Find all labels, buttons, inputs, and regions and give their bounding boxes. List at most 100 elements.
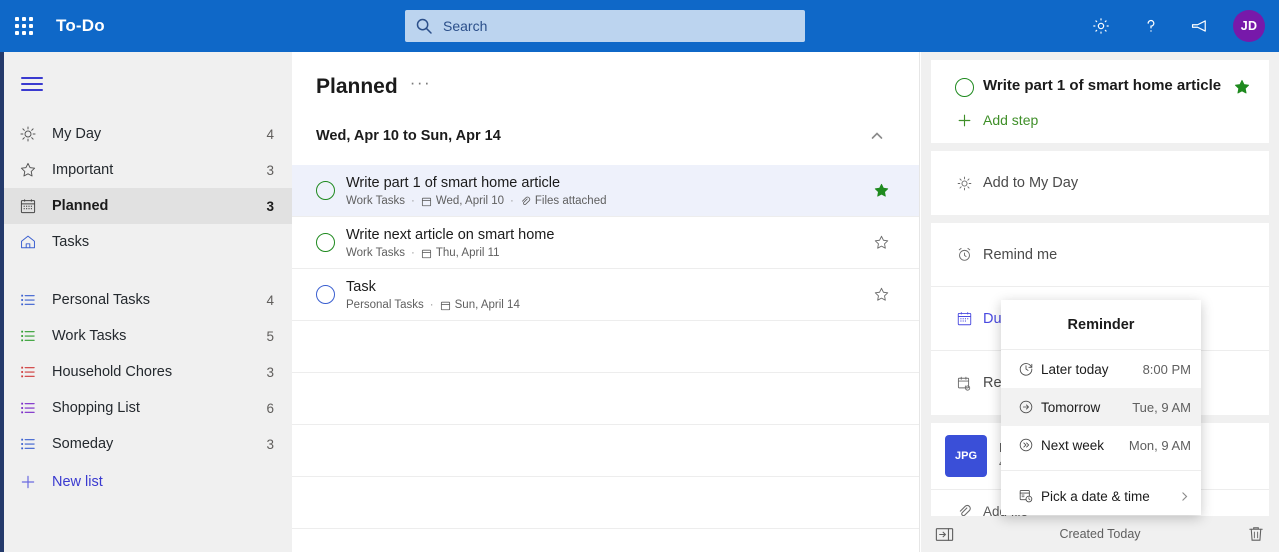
detail-task-title[interactable]: Write part 1 of smart home article [983,76,1229,96]
chevron-up-icon[interactable] [869,128,885,144]
chevron-right-icon [1178,490,1191,503]
repeat-icon [945,375,983,392]
list-options-button[interactable]: ··· [410,74,431,99]
task-star-button[interactable] [867,234,895,251]
remind-me-label: Remind me [983,246,1058,263]
alarm-clock-icon [945,246,983,263]
calendar-clock-icon [1011,488,1041,504]
sidebar-item-work-tasks[interactable]: Work Tasks 5 [4,318,292,354]
new-list-button[interactable]: New list [4,462,292,502]
detail-title-row: Write part 1 of smart home article [931,60,1269,97]
task-title: Write part 1 of smart home article [346,175,561,191]
sidebar-item-my-day[interactable]: My Day 4 [4,116,292,152]
star-icon [4,161,52,179]
sidebar-item-label: Household Chores [52,364,173,380]
task-due: Wed, April 10 [421,195,504,207]
list-icon [4,291,52,309]
add-to-my-day-card: Add to My Day [931,151,1269,215]
question-mark-icon[interactable] [1127,2,1175,50]
calendar-icon [4,197,52,215]
megaphone-icon[interactable] [1177,2,1225,50]
task-complete-checkbox[interactable] [304,285,346,304]
gear-icon[interactable] [1077,2,1125,50]
task-title: Task [346,279,376,295]
trash-icon[interactable] [1225,525,1265,543]
search-box[interactable] [405,10,805,42]
sidebar-item-count: 3 [266,364,274,380]
task-row[interactable]: Task Personal Tasks · Sun, April 14 [292,269,919,321]
new-list-label: New list [52,474,103,490]
reminder-option-later-today[interactable]: Later today 8:00 PM [1001,350,1201,388]
add-to-my-day-button[interactable]: Add to My Day [931,151,1269,215]
hamburger-icon[interactable] [4,62,60,106]
sidebar-item-personal-tasks[interactable]: Personal Tasks 4 [4,282,292,318]
empty-list-row [292,321,919,373]
task-complete-checkbox[interactable] [304,233,346,252]
task-rows: Write part 1 of smart home article Work … [292,165,919,529]
add-step-button[interactable]: Add step [931,97,1269,143]
created-label: Created Today [1059,527,1141,541]
reminder-option-label: Tomorrow [1041,399,1101,415]
detail-complete-checkbox[interactable] [945,76,983,97]
sidebar: My Day 4 Important 3 Planned 3 Tasks Per… [4,52,292,552]
app-title[interactable]: To-Do [56,16,105,36]
sidebar-item-planned[interactable]: Planned 3 [4,188,292,224]
reminder-option-value: Mon, 9 AM [1128,437,1191,453]
detail-status-bar: Created Today [921,516,1279,552]
task-list-pane: Planned ··· Wed, Apr 10 to Sun, Apr 14 W… [292,52,920,552]
reminder-option-next-week[interactable]: Next week Mon, 9 AM [1001,426,1201,464]
sidebar-item-count: 3 [266,436,274,452]
sidebar-item-household-chores[interactable]: Household Chores 3 [4,354,292,390]
task-list-name: Work Tasks [346,247,406,259]
reminder-popup: Reminder Later today 8:00 PM Tomorrow Tu [1001,300,1201,515]
sidebar-item-count: 3 [266,162,274,178]
clock-arrow-icon [1011,361,1041,377]
paperclip-icon [520,196,531,207]
sun-icon [945,175,983,192]
sidebar-item-label: Personal Tasks [52,292,151,308]
search-icon [415,17,433,35]
sidebar-item-tasks[interactable]: Tasks [4,224,292,260]
task-due-label: Thu, April 11 [435,247,500,259]
list-icon [4,435,52,453]
task-due: Thu, April 11 [421,247,500,259]
sidebar-item-shopping-list[interactable]: Shopping List 6 [4,390,292,426]
task-star-button[interactable] [867,286,895,303]
hide-detail-view-icon[interactable] [935,526,975,543]
date-group-header[interactable]: Wed, Apr 10 to Sun, Apr 14 [292,121,919,151]
empty-list-row [292,425,919,477]
empty-list-row [292,477,919,529]
remind-me-button[interactable]: Remind me [931,223,1269,287]
search-input[interactable] [443,18,795,34]
avatar[interactable]: JD [1233,10,1265,42]
sidebar-item-important[interactable]: Important 3 [4,152,292,188]
calendar-small-icon [440,300,451,311]
file-type-badge: JPG [945,435,987,477]
sidebar-item-label: Shopping List [52,400,140,416]
reminder-option-pick-date-time[interactable]: Pick a date & time [1001,477,1201,515]
task-row[interactable]: Write part 1 of smart home article Work … [292,165,919,217]
task-body: Task Personal Tasks · Sun, April 14 [346,278,867,311]
page-title: Planned [316,74,398,98]
task-row[interactable]: Write next article on smart home Work Ta… [292,217,919,269]
sidebar-item-label: Important [52,162,114,178]
add-to-my-day-label: Add to My Day [983,175,1079,191]
reminder-option-tomorrow[interactable]: Tomorrow Tue, 9 AM [1001,388,1201,426]
meta-separator: · [411,195,415,207]
popup-divider [1001,470,1201,471]
task-meta: Personal Tasks · Sun, April 14 [346,299,867,311]
task-attachment: Files attached [520,195,607,207]
list-header: Planned ··· [292,52,919,99]
task-title: Write next article on smart home [346,227,555,243]
top-bar-actions: JD [1077,0,1271,52]
task-complete-checkbox[interactable] [304,181,346,200]
date-group-label: Wed, Apr 10 to Sun, Apr 14 [316,128,501,144]
list-icon [4,363,52,381]
sun-icon [4,125,52,143]
top-bar: To-Do Search JD [0,0,1279,52]
task-star-button[interactable] [867,182,895,199]
plus-icon [945,112,983,129]
detail-star-button[interactable] [1229,76,1255,96]
sidebar-item-someday[interactable]: Someday 3 [4,426,292,462]
app-launcher-icon[interactable] [0,0,48,52]
